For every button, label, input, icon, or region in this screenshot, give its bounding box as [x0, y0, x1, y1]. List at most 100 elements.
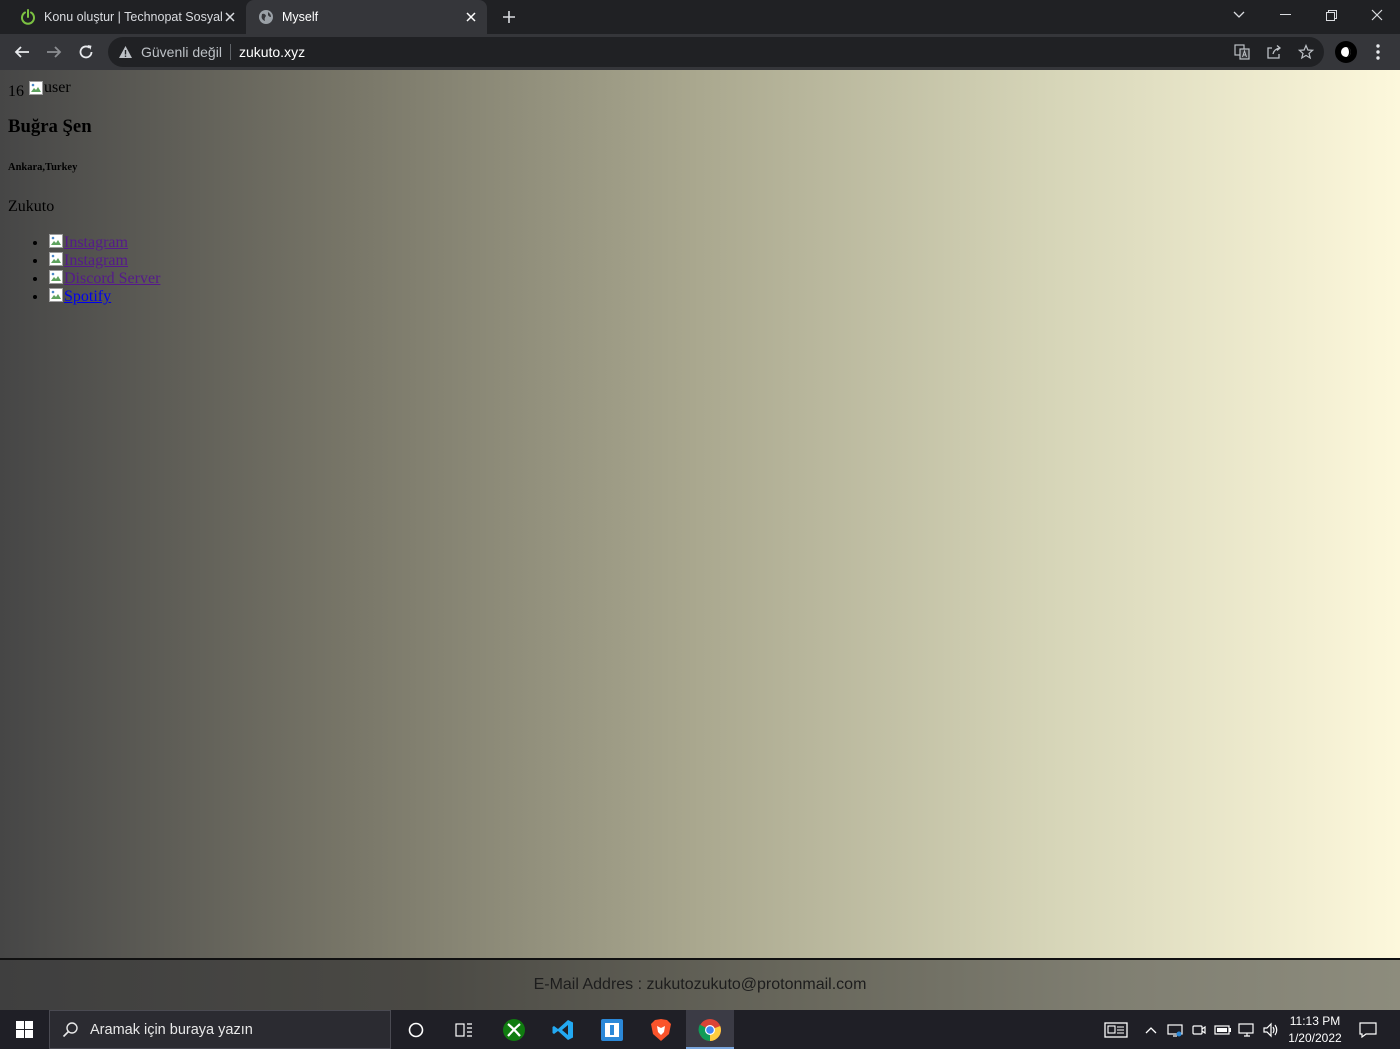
start-button[interactable] — [0, 1010, 48, 1049]
share-icon[interactable] — [1264, 42, 1284, 62]
translate-icon[interactable] — [1232, 42, 1252, 62]
news-widget-button[interactable] — [1100, 1010, 1132, 1049]
clock-time: 11:13 PM — [1289, 1014, 1341, 1028]
restore-button[interactable] — [1308, 0, 1354, 30]
reload-icon — [79, 45, 93, 59]
list-item: Spotify — [48, 287, 708, 305]
volume-button[interactable] — [1260, 1010, 1282, 1049]
taskbar-clock[interactable]: 11:13 PM 1/20/2022 — [1282, 1013, 1348, 1047]
discord-server-link[interactable]: Discord Server — [48, 270, 160, 287]
page-viewport: 16 user Buğra Şen Ankara,Turkey Zukuto I… — [0, 70, 1400, 1010]
battery-button[interactable] — [1212, 1010, 1234, 1049]
page-footer: E-Mail Addres : zukutozukuto@protonmail.… — [0, 958, 1400, 1010]
arrow-right-icon — [47, 46, 62, 58]
reload-button[interactable] — [72, 38, 100, 66]
brave-app-button[interactable] — [637, 1010, 685, 1049]
minimize-button[interactable] — [1262, 0, 1308, 30]
chrome-icon — [698, 1018, 721, 1041]
broken-image-icon — [49, 234, 63, 248]
taskbar-search-box[interactable]: Aramak için buraya yazın — [49, 1010, 391, 1049]
link-label[interactable]: Discord Server — [64, 270, 160, 287]
camera-icon — [1192, 1024, 1206, 1035]
speaker-icon — [1263, 1022, 1278, 1037]
vscode-app-button[interactable] — [539, 1010, 587, 1049]
kebab-menu-icon — [1376, 44, 1380, 60]
avatar-alt: user — [44, 79, 71, 96]
link-label[interactable]: Spotify — [64, 288, 111, 305]
network-icon — [1238, 1022, 1254, 1037]
tab-search-button[interactable] — [1216, 0, 1262, 30]
broken-image-icon — [29, 81, 43, 95]
cortana-icon — [408, 1022, 424, 1037]
divider — [229, 44, 231, 60]
url-text[interactable]: zukuto.xyz — [239, 44, 305, 60]
tab-title: Myself — [282, 10, 319, 24]
plus-icon — [503, 11, 515, 23]
avatar: user — [28, 78, 71, 98]
search-icon — [62, 1021, 78, 1038]
xbox-app-button[interactable] — [490, 1010, 538, 1049]
task-view-icon — [455, 1022, 472, 1037]
security-label[interactable]: Güvenli değil — [141, 44, 222, 60]
tab-technopat[interactable]: Konu oluştur | Technopat Sosyal — [8, 0, 246, 34]
close-icon[interactable] — [463, 9, 479, 25]
back-button[interactable] — [8, 38, 36, 66]
warning-icon[interactable] — [118, 45, 133, 59]
spotify-link[interactable]: Spotify — [48, 288, 111, 305]
tray-app-button[interactable] — [1164, 1010, 1186, 1049]
cortana-button[interactable] — [392, 1010, 440, 1049]
power-icon — [20, 9, 36, 25]
app-square-icon — [601, 1018, 623, 1041]
profile-name: Buğra Şen — [8, 116, 92, 137]
minimize-icon — [1279, 14, 1291, 15]
age-text: 16 — [8, 83, 24, 100]
close-window-button[interactable] — [1354, 0, 1400, 30]
chevron-up-icon — [1145, 1026, 1157, 1033]
tray-meet-button[interactable] — [1188, 1010, 1210, 1049]
close-icon[interactable] — [222, 9, 238, 25]
vscode-icon — [552, 1019, 573, 1040]
task-view-button[interactable] — [440, 1010, 488, 1049]
tab-title: Konu oluştur | Technopat Sosyal — [44, 10, 222, 24]
instagram-link[interactable]: Instagram — [48, 252, 128, 269]
profile-avatar-button[interactable] — [1335, 41, 1357, 63]
close-icon — [1371, 9, 1383, 21]
arrow-left-icon — [14, 46, 29, 58]
list-item: Instagram — [48, 233, 708, 251]
tab-strip: Konu oluştur | Technopat Sosyal Myself — [0, 0, 1400, 34]
action-center-button[interactable] — [1354, 1010, 1382, 1049]
tray-overflow-button[interactable] — [1140, 1010, 1162, 1049]
forward-button[interactable] — [40, 38, 68, 66]
instagram-link[interactable]: Instagram — [48, 234, 128, 251]
profile-location: Ankara,Turkey — [8, 162, 78, 173]
xbox-icon — [503, 1018, 525, 1041]
address-bar[interactable]: Güvenli değil zukuto.xyz — [108, 37, 1324, 67]
search-placeholder[interactable]: Aramak için buraya yazın — [90, 1022, 253, 1038]
network-button[interactable] — [1236, 1010, 1258, 1049]
restore-icon — [1325, 9, 1337, 21]
chrome-app-button[interactable] — [686, 1010, 734, 1049]
link-label[interactable]: Instagram — [64, 234, 128, 251]
windows-logo-icon — [15, 1021, 33, 1038]
broken-image-icon — [49, 288, 63, 302]
page-content: 16 user Buğra Şen Ankara,Turkey Zukuto I… — [8, 78, 708, 305]
list-item: Discord Server — [48, 269, 708, 287]
battery-icon — [1214, 1024, 1231, 1035]
news-icon — [1104, 1021, 1128, 1038]
footer-email: E-Mail Addres : zukutozukuto@protonmail.… — [533, 976, 867, 993]
menu-button[interactable] — [1370, 42, 1386, 62]
notification-icon — [1359, 1021, 1377, 1038]
new-tab-button[interactable] — [498, 7, 520, 27]
social-links-list: Instagram Instagram Discord Server Spoti… — [8, 233, 708, 305]
tab-myself[interactable]: Myself — [246, 0, 487, 34]
star-icon[interactable] — [1296, 42, 1316, 62]
clock-date: 1/20/2022 — [1288, 1031, 1342, 1045]
broken-image-icon — [49, 252, 63, 266]
list-item: Instagram — [48, 251, 708, 269]
globe-icon — [258, 9, 274, 25]
monitor-sync-icon — [1167, 1023, 1183, 1037]
chevron-down-icon — [1233, 11, 1245, 18]
link-label[interactable]: Instagram — [64, 252, 128, 269]
profile-nickname: Zukuto — [8, 198, 55, 215]
app-button[interactable] — [588, 1010, 636, 1049]
